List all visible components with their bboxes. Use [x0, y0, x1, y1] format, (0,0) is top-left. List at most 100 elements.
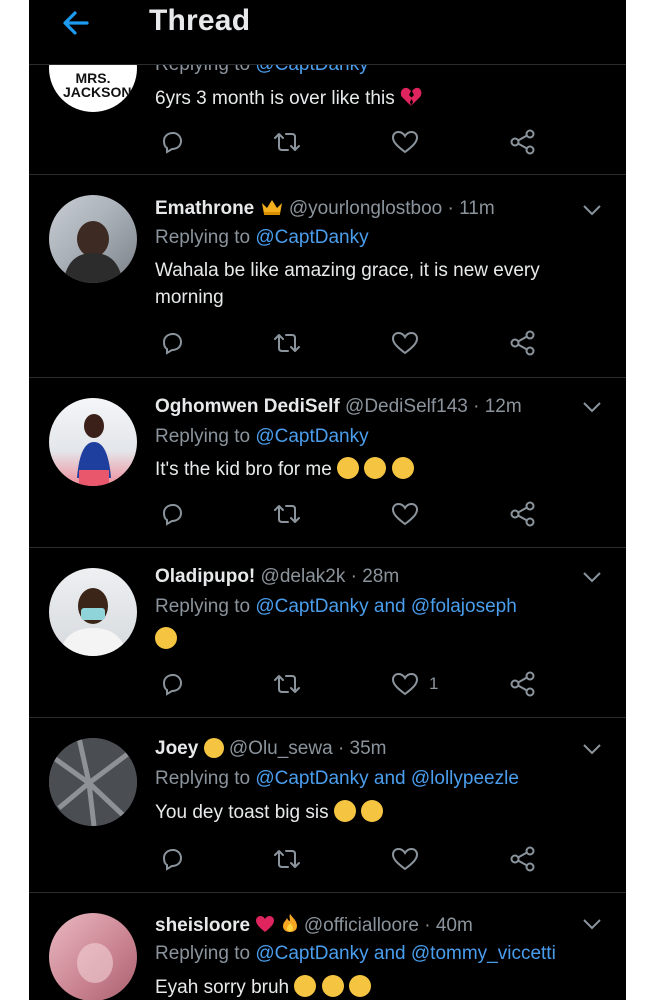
replying-to: Replying to @CaptDanky and @folajoseph	[155, 596, 517, 617]
reply-to-link[interactable]: @CaptDanky and @lollypeezle	[255, 768, 519, 789]
heart-emoji-icon	[256, 916, 275, 932]
reply-button[interactable]	[159, 845, 185, 873]
reply-icon	[162, 503, 183, 526]
retweet-icon	[274, 505, 300, 523]
laughing-emoji	[361, 800, 384, 822]
laughing-emoji	[337, 457, 360, 479]
retweet-button[interactable]	[271, 500, 303, 528]
display-name[interactable]: sheisloore	[155, 915, 250, 936]
fire-emoji-icon	[282, 914, 297, 932]
chevron-down-icon[interactable]	[581, 203, 603, 217]
like-icon	[391, 502, 419, 526]
retweet-icon	[274, 133, 300, 151]
avatar[interactable]	[49, 398, 137, 486]
pleading-emoji	[333, 800, 356, 822]
user-handle[interactable]: @yourlonglostboo	[289, 198, 442, 219]
chevron-down-icon[interactable]	[581, 742, 603, 756]
reply-button[interactable]	[159, 670, 185, 698]
like-icon	[391, 847, 419, 871]
chevron-down-icon[interactable]	[581, 570, 603, 584]
retweet-icon	[274, 334, 300, 352]
like-button[interactable]: 1	[391, 670, 438, 698]
like-button[interactable]	[391, 128, 419, 156]
chevron-down-icon[interactable]	[581, 400, 603, 414]
retweet-icon	[274, 675, 300, 693]
retweet-button[interactable]	[271, 128, 303, 156]
reply-button[interactable]	[159, 500, 185, 528]
share-icon	[510, 671, 535, 697]
avatar[interactable]	[49, 195, 137, 283]
tweet-actions	[159, 845, 559, 873]
avatar-photo	[63, 221, 123, 283]
avatar[interactable]	[49, 738, 137, 826]
reply-to-link[interactable]: @CaptDanky	[255, 227, 368, 248]
avatar-photo	[49, 738, 137, 826]
tweet-text: Eyah sorry bruh	[155, 974, 595, 1000]
tweet-item[interactable]: sheisloore @officialloore · 40m Replying…	[29, 893, 626, 1000]
laughing-emoji	[294, 975, 317, 997]
replying-to: Replying to @CaptDanky and @lollypeezle	[155, 768, 519, 789]
dizzy-emoji	[203, 738, 224, 758]
tweet-item[interactable]: Oladipupo! @delak2k · 28m Replying to @C…	[29, 548, 626, 718]
tweet-actions	[159, 500, 559, 528]
reply-to-link[interactable]: @CaptDanky and @tommy_viccetti	[255, 943, 555, 964]
rofl-emoji	[155, 627, 177, 649]
avatar[interactable]	[49, 568, 137, 656]
tweet-text: You dey toast big sis	[155, 799, 595, 826]
share-icon	[510, 129, 535, 155]
crown-icon	[261, 200, 282, 215]
tweet-item[interactable]: Joey @Olu_sewa · 35m Replying to @CaptDa…	[29, 718, 626, 893]
retweet-button[interactable]	[271, 845, 303, 873]
avatar-photo	[77, 943, 113, 983]
reply-to-link[interactable]: @CaptDanky	[255, 426, 368, 447]
reply-icon	[162, 673, 183, 696]
laughing-emoji	[348, 975, 371, 997]
laughing-emoji	[321, 975, 344, 997]
retweet-icon	[274, 850, 300, 868]
tweet-text: 6yrs 3 month is over like this	[155, 85, 595, 112]
reply-icon	[162, 332, 183, 355]
user-handle[interactable]: @Olu_sewa	[229, 738, 333, 759]
avatar-logo-text: MRS. JACKSON	[63, 70, 132, 100]
tweet-actions: 1	[159, 670, 559, 698]
tweet-time: · 28m	[350, 566, 400, 587]
share-button[interactable]	[509, 329, 537, 357]
user-handle[interactable]: @officialloore	[304, 915, 419, 936]
display-name[interactable]: Emathrone	[155, 198, 254, 219]
retweet-button[interactable]	[271, 329, 303, 357]
share-button[interactable]	[509, 845, 537, 873]
avatar[interactable]	[49, 913, 137, 1000]
display-name[interactable]: Oladipupo!	[155, 566, 255, 587]
tweet-item[interactable]: Emathrone @yourlonglostboo · 11m Replyin…	[29, 175, 626, 378]
share-button[interactable]	[509, 500, 537, 528]
share-icon	[510, 501, 535, 527]
avatar-photo	[77, 414, 111, 486]
share-icon	[510, 846, 535, 872]
like-button[interactable]	[391, 329, 419, 357]
chevron-down-icon[interactable]	[581, 917, 603, 931]
tweet-item[interactable]: Oghomwen DediSelf @DediSelf143 · 12m Rep…	[29, 378, 626, 548]
reply-icon	[162, 131, 183, 154]
laughing-emoji	[391, 457, 414, 479]
display-name[interactable]: Oghomwen DediSelf	[155, 396, 340, 417]
like-count: 1	[429, 674, 439, 693]
retweet-button[interactable]	[271, 670, 303, 698]
user-handle[interactable]: @DediSelf143	[345, 396, 468, 417]
reply-button[interactable]	[159, 128, 185, 156]
tweet-time: · 35m	[337, 738, 387, 759]
broken-heart-icon	[400, 87, 422, 106]
user-handle[interactable]: @delak2k	[261, 566, 346, 587]
back-button[interactable]	[59, 6, 93, 40]
display-name[interactable]: Joey	[155, 738, 198, 759]
tweet-text: Wahala be like amazing grace, it is new …	[155, 260, 540, 308]
tweet-actions	[159, 128, 559, 156]
reply-to-link[interactable]: @CaptDanky and @folajoseph	[255, 596, 516, 617]
replying-to: Replying to @CaptDanky	[155, 426, 369, 447]
back-arrow-icon	[63, 11, 89, 35]
like-button[interactable]	[391, 500, 419, 528]
reply-button[interactable]	[159, 329, 185, 357]
share-button[interactable]	[509, 670, 537, 698]
tweet-time: · 12m	[473, 396, 522, 417]
like-button[interactable]	[391, 845, 419, 873]
share-button[interactable]	[509, 128, 537, 156]
